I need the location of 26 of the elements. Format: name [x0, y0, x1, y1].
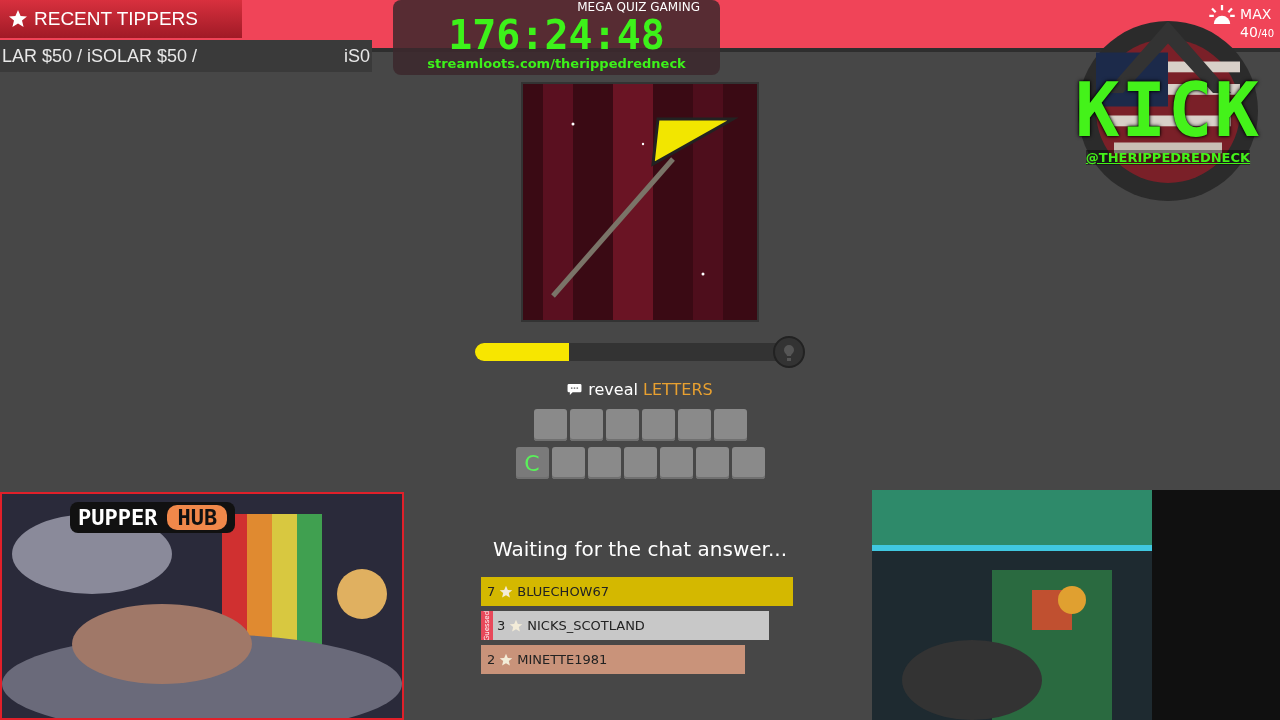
- brand-badge: HUB: [167, 505, 228, 530]
- score: 7: [487, 584, 496, 599]
- countdown-timer: 176:24:48: [448, 14, 665, 56]
- player-name: NICKS_SCOTLAND: [527, 618, 645, 633]
- tippers-title: RECENT TIPPERS: [34, 8, 198, 30]
- sun-icon: [1208, 4, 1237, 24]
- letter-tile: C: [515, 447, 549, 479]
- kick-handle: @THERIPPEDREDNECK: [1085, 150, 1251, 165]
- player-name: MINETTE1981: [517, 652, 608, 667]
- brand-text: PUPPER: [78, 505, 158, 530]
- star-icon: [499, 652, 514, 667]
- score: 2: [487, 652, 496, 667]
- lightbulb-icon: [773, 336, 805, 368]
- level-label: MAX: [1240, 6, 1273, 22]
- hint-text: reveal LETTERS: [588, 380, 713, 399]
- game-title: MEGA QUIZ GAMING: [577, 0, 700, 14]
- star-icon: [8, 9, 28, 29]
- ticker-text: LAR $50 / iSOLAR $50 /: [2, 45, 198, 67]
- score: 3: [497, 618, 506, 633]
- star-icon: [499, 584, 514, 599]
- player-name: BLUECHOW67: [517, 584, 609, 599]
- star-icon: [509, 618, 524, 633]
- ticker-text: iS0: [344, 45, 370, 67]
- chat-icon: [567, 383, 583, 396]
- level-count: 40/40: [1240, 24, 1274, 40]
- status-text: Waiting for the chat answer...: [492, 537, 788, 561]
